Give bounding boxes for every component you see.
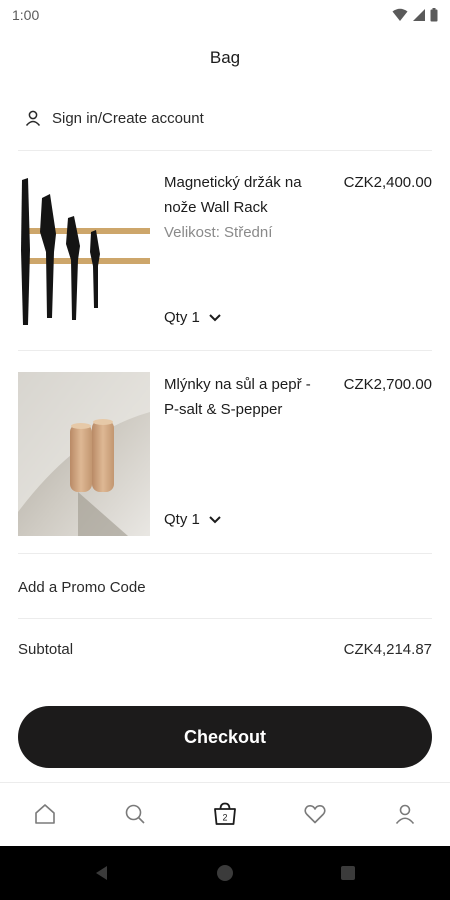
system-nav-bar [0,846,450,900]
home-nav-icon[interactable] [216,864,234,882]
chevron-down-icon [209,313,221,321]
status-icons [392,8,438,22]
quantity-label: Qty 1 [164,309,200,326]
bag-count-badge: 2 [222,812,227,822]
subtotal-row: Subtotal CZK4,214.87 [18,632,432,666]
product-name[interactable]: Magnetický držák na nože Wall Rack Velik… [164,170,324,245]
tab-home[interactable] [20,789,70,839]
tab-bag[interactable]: 2 [200,789,250,839]
quantity-selector[interactable]: Qty 1 [164,511,222,528]
bottom-tab-bar: 2 [0,782,450,844]
divider [18,553,432,554]
bag-icon: 2 [214,802,236,825]
product-variant: Velikost: Střední [164,224,273,241]
bag-item[interactable]: Mlýnky na sůl a pepř - P-salt & S-pepper… [18,372,432,542]
profile-icon [395,804,415,824]
chevron-down-icon [209,515,221,523]
heart-icon [304,804,326,823]
product-name[interactable]: Mlýnky na sůl a pepř - P-salt & S-pepper [164,372,324,422]
signal-icon [413,9,425,21]
divider [18,350,432,351]
tab-wishlist[interactable] [290,789,340,839]
home-icon [35,803,55,824]
tab-profile[interactable] [380,789,430,839]
bag-item[interactable]: Magnetický držák na nože Wall Rack Velik… [18,170,432,340]
checkout-button[interactable]: Checkout [18,706,432,768]
product-price: CZK2,700.00 [343,376,432,393]
search-icon [125,804,145,824]
sign-in-label: Sign in/Create account [52,109,204,127]
product-image-knife-rack[interactable] [18,170,150,334]
quantity-label: Qty 1 [164,511,200,528]
status-bar: 1:00 [0,0,450,30]
status-time: 1:00 [12,7,40,23]
tab-search[interactable] [110,789,160,839]
product-price: CZK2,400.00 [343,174,432,191]
recents-icon[interactable] [339,864,357,882]
back-icon[interactable] [93,864,111,882]
product-image-salt-pepper[interactable] [18,372,150,536]
divider [18,618,432,619]
battery-icon [430,8,438,22]
promo-code-link[interactable]: Add a Promo Code [18,570,432,604]
wifi-icon [392,8,408,21]
divider [18,150,432,151]
subtotal-value: CZK4,214.87 [343,640,432,658]
user-icon [25,110,41,126]
page-title: Bag [209,48,241,67]
sign-in-link[interactable]: Sign in/Create account [18,100,432,136]
subtotal-label: Subtotal [18,640,74,658]
quantity-selector[interactable]: Qty 1 [164,309,222,326]
